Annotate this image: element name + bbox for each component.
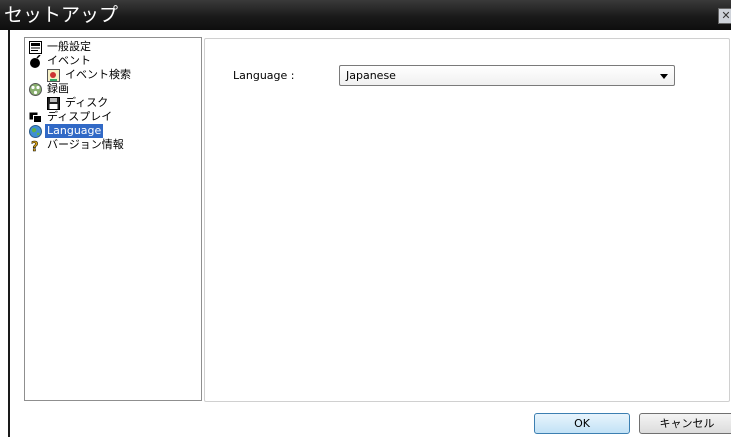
settings-tree: 一般設定 イベント イベント検索 録画 ディスク ディスプレイ Language… [24, 37, 202, 401]
bomb-icon [29, 53, 42, 68]
language-label: Language : [233, 69, 295, 82]
tree-item-version-info[interactable]: ? バージョン情報 [29, 138, 126, 155]
tree-item-general-settings[interactable]: 一般設定 [29, 40, 93, 54]
globe-icon [29, 124, 42, 138]
tree-item-label: バージョン情報 [47, 138, 124, 151]
cancel-button[interactable]: キャンセル [639, 413, 731, 434]
close-icon: ✕ [721, 9, 731, 22]
language-settings-panel: Language : Japanese [204, 38, 730, 402]
general-settings-icon [29, 40, 42, 54]
language-select-value: Japanese [346, 69, 396, 82]
language-select[interactable]: Japanese [339, 65, 675, 86]
close-button[interactable]: ✕ [718, 8, 731, 24]
tree-item-disk[interactable]: ディスク [47, 96, 110, 110]
film-reel-icon [29, 82, 42, 96]
tree-item-event[interactable]: イベント [29, 53, 93, 68]
tree-item-label: Language [45, 124, 104, 138]
window-title: セットアップ [4, 4, 119, 26]
dialog-body: 一般設定 イベント イベント検索 録画 ディスク ディスプレイ Language… [8, 30, 731, 437]
question-icon: ? [29, 139, 42, 155]
tree-item-recording[interactable]: 録画 [29, 82, 71, 96]
tree-item-label: ディスク [65, 96, 109, 109]
tree-item-label: イベント [47, 54, 91, 67]
tree-item-language[interactable]: Language [29, 124, 104, 138]
title-bar: セットアップ ✕ [0, 0, 731, 30]
display-icon [29, 111, 42, 124]
tree-item-label: 録画 [47, 82, 69, 95]
tree-item-display[interactable]: ディスプレイ [29, 110, 114, 124]
ok-button[interactable]: OK [534, 413, 630, 434]
tree-item-label: イベント検索 [65, 68, 131, 81]
floppy-disk-icon [47, 96, 60, 110]
event-search-icon [47, 68, 60, 82]
chevron-down-icon [660, 74, 668, 79]
tree-item-event-search[interactable]: イベント検索 [47, 68, 133, 82]
tree-item-label: 一般設定 [47, 40, 91, 53]
tree-item-label: ディスプレイ [47, 110, 113, 123]
svg-text:?: ? [31, 140, 39, 152]
